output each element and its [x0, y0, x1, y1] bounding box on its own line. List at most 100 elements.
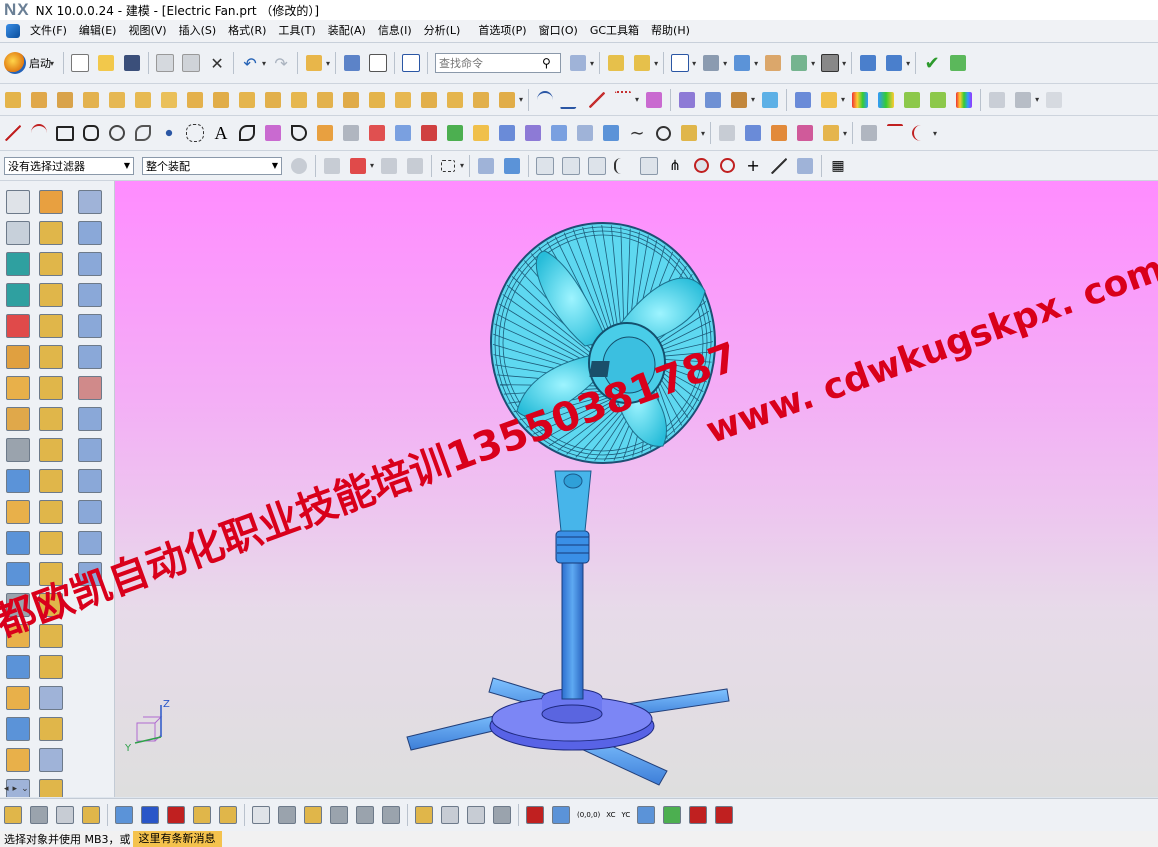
sketch-arc-button[interactable]: [28, 122, 50, 144]
info-button[interactable]: [400, 52, 422, 74]
analysis-curve-button[interactable]: [858, 122, 880, 144]
snap-mid-button[interactable]: [560, 155, 582, 177]
cylinder-button[interactable]: [158, 89, 180, 111]
snap-center-button[interactable]: [690, 155, 712, 177]
menu-insert[interactable]: 插入(S): [173, 20, 223, 42]
section-curve-button[interactable]: [496, 122, 518, 144]
pattern-button[interactable]: [418, 89, 440, 111]
chevron-down-icon[interactable]: ▾: [751, 95, 755, 104]
revolve-button[interactable]: [28, 89, 50, 111]
menu-help[interactable]: 帮助(H): [645, 20, 696, 42]
delete-button[interactable]: ✕: [206, 52, 228, 74]
sketch-line-button[interactable]: [2, 122, 24, 144]
chevron-down-icon[interactable]: ▾: [933, 129, 937, 138]
scroll-left-icon[interactable]: ◂: [4, 784, 9, 794]
left-tool-button[interactable]: [75, 466, 105, 495]
line-button[interactable]: [586, 89, 608, 111]
undo-button[interactable]: ↶: [239, 52, 261, 74]
boss-button[interactable]: [80, 89, 102, 111]
extrude-button[interactable]: [2, 89, 24, 111]
snap-control-button[interactable]: [586, 155, 608, 177]
select-solid-button[interactable]: [501, 155, 523, 177]
rectangle-select-button[interactable]: [437, 155, 459, 177]
menu-format[interactable]: 格式(R): [222, 20, 272, 42]
snap-grid-button[interactable]: ▦: [827, 155, 849, 177]
left-tool-button[interactable]: [3, 652, 33, 681]
curve-rule-button[interactable]: [404, 155, 426, 177]
draft-button[interactable]: [392, 89, 414, 111]
left-tool-button[interactable]: [36, 528, 66, 557]
rectangle-button[interactable]: [54, 122, 76, 144]
pointer-button[interactable]: [1043, 89, 1065, 111]
menu-window[interactable]: 窗口(O): [533, 20, 584, 42]
general-selection-button[interactable]: [321, 155, 343, 177]
chevron-down-icon[interactable]: ▾: [635, 95, 639, 104]
menu-tools[interactable]: 工具(T): [272, 20, 321, 42]
slot-button[interactable]: [184, 89, 206, 111]
bottom-tool-button[interactable]: [439, 804, 461, 826]
text-button[interactable]: A: [210, 122, 232, 144]
bottom-tool-button[interactable]: [661, 804, 683, 826]
chevron-down-icon[interactable]: ▾: [701, 129, 705, 138]
left-tool-button[interactable]: [75, 280, 105, 309]
bottom-tool-button[interactable]: [217, 804, 239, 826]
hide-button[interactable]: [986, 89, 1008, 111]
touch-mode-button[interactable]: [341, 52, 363, 74]
left-tool-button[interactable]: [75, 249, 105, 278]
chevron-down-icon[interactable]: ▾: [460, 161, 464, 170]
search-icon[interactable]: ⚲: [542, 56, 551, 70]
component-button[interactable]: [631, 52, 653, 74]
bottom-tool-button[interactable]: [165, 804, 187, 826]
bottom-tool-button[interactable]: [635, 804, 657, 826]
pocket-button[interactable]: [106, 89, 128, 111]
intersect-button[interactable]: [288, 89, 310, 111]
left-tool-button[interactable]: [3, 528, 33, 557]
menu-file[interactable]: 文件(F): [24, 20, 73, 42]
menu-view[interactable]: 视图(V): [122, 20, 172, 42]
face-rule-button[interactable]: [378, 155, 400, 177]
view-triad[interactable]: Z Y: [124, 699, 170, 754]
reset-filter-button[interactable]: [288, 155, 310, 177]
left-tool-button[interactable]: [36, 745, 66, 774]
edit-curve-button[interactable]: [742, 122, 764, 144]
i-form-button[interactable]: [820, 122, 842, 144]
chevron-down-icon[interactable]: ▾: [654, 59, 658, 68]
snap-intersect-button[interactable]: [638, 155, 660, 177]
left-tool-button[interactable]: [3, 373, 33, 402]
mirror-button[interactable]: [444, 89, 466, 111]
slope-button[interactable]: [927, 89, 949, 111]
reflection-button[interactable]: [875, 89, 897, 111]
command-search[interactable]: ⚲: [435, 53, 562, 73]
type-filter-select[interactable]: 没有选择过滤器 ▼: [4, 156, 134, 175]
command-finder-button[interactable]: [303, 52, 325, 74]
conic-button[interactable]: [132, 122, 154, 144]
bounded-plane-button[interactable]: [792, 89, 814, 111]
left-tool-button[interactable]: [36, 342, 66, 371]
left-tool-button[interactable]: [3, 342, 33, 371]
left-tool-button[interactable]: [75, 311, 105, 340]
surface-button[interactable]: [643, 89, 665, 111]
bottom-tool-button[interactable]: [113, 804, 135, 826]
bottom-tool-button[interactable]: [687, 804, 709, 826]
comb-button[interactable]: [884, 122, 906, 144]
command-search-input[interactable]: [436, 56, 543, 70]
swept-button[interactable]: [759, 89, 781, 111]
edit-section-button[interactable]: [788, 52, 810, 74]
snap-quadrant-button[interactable]: ⋔: [664, 155, 686, 177]
bottom-tool-button[interactable]: [550, 804, 572, 826]
bottom-tool-button[interactable]: [302, 804, 324, 826]
divide-curve-button[interactable]: [600, 122, 622, 144]
bottom-tool-button[interactable]: [413, 804, 435, 826]
menu-gc-toolkit[interactable]: GC工具箱: [584, 20, 645, 42]
chevron-down-icon[interactable]: ▾: [842, 59, 846, 68]
start-button[interactable]: 启动 ▾: [4, 52, 56, 74]
left-tool-button[interactable]: [3, 249, 33, 278]
chevron-down-icon[interactable]: ▾: [1035, 95, 1039, 104]
chevron-down-icon[interactable]: ▾: [723, 59, 727, 68]
radius-button[interactable]: [953, 89, 975, 111]
move-component-button[interactable]: [857, 52, 879, 74]
chevron-down-icon[interactable]: ▾: [843, 129, 847, 138]
bottom-tool-button[interactable]: [191, 804, 213, 826]
bottom-tool-button[interactable]: [328, 804, 350, 826]
left-tool-button[interactable]: [36, 652, 66, 681]
